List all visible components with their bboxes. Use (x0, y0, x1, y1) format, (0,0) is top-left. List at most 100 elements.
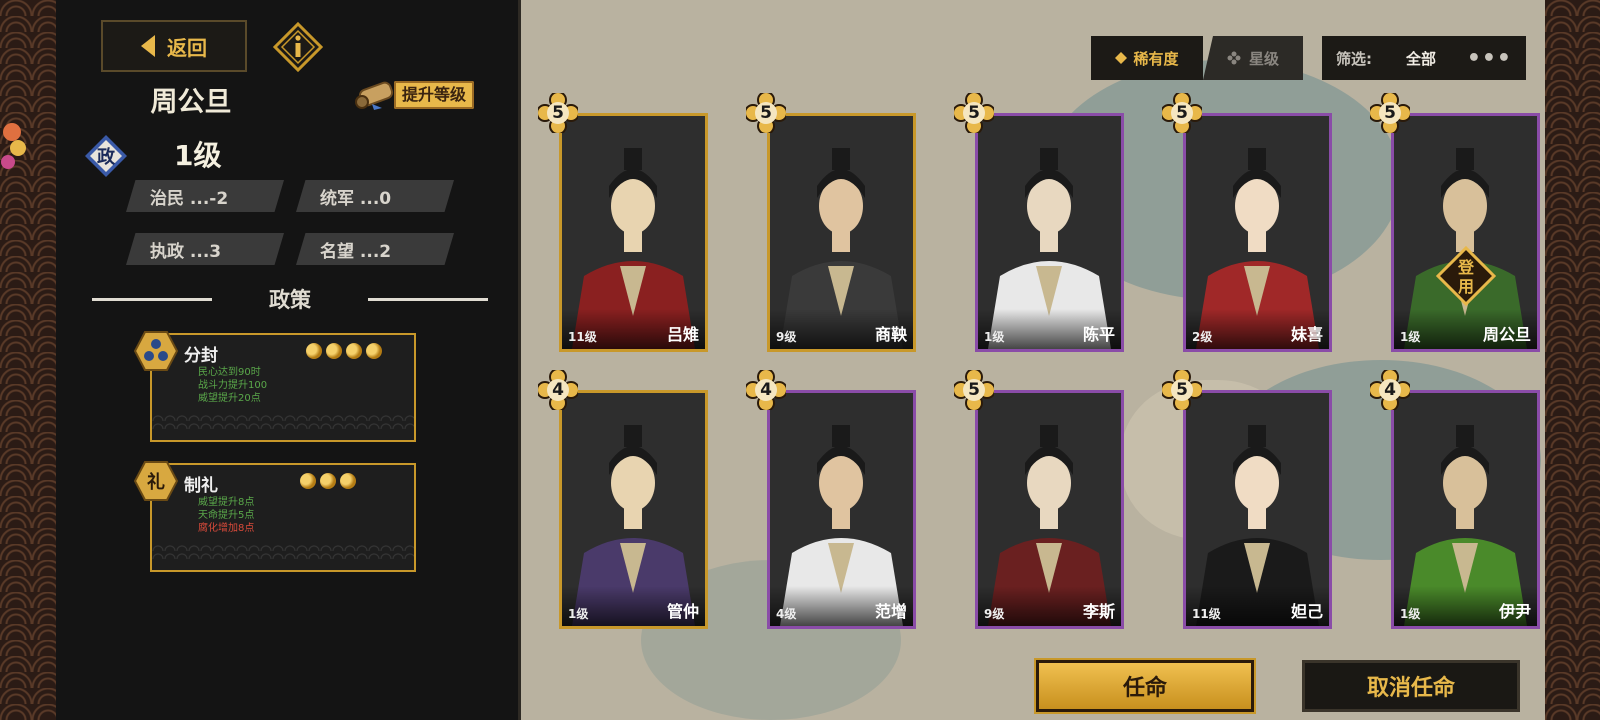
wave-decoration (152, 413, 414, 429)
divider-line (92, 297, 212, 301)
flower-icon (1227, 51, 1241, 65)
stat-prestige: 名望 ...2 (296, 233, 454, 265)
star-rank-badge: 4 (536, 368, 580, 412)
hero-card-name: 周公旦 (1482, 325, 1531, 344)
hero-card[interactable]: 1级 伊尹 (1391, 390, 1540, 629)
wave-decoration (152, 543, 414, 559)
upgrade-level-button[interactable]: 提升等级 (352, 78, 502, 112)
hero-card-level: 11级 (568, 330, 597, 344)
hero-detail-panel: 返回 周公旦 提升等级 政 1级 治民 ...-2 统军 ...0 执政 ...… (56, 0, 521, 720)
star-rank-badge: 4 (1368, 368, 1412, 412)
hero-card-name: 管仲 (666, 602, 699, 621)
policy-effect: 天命提升5点 (198, 510, 255, 521)
hero-level: 1级 (174, 139, 222, 172)
star-rank-value: 5 (1384, 103, 1396, 123)
hero-card-level: 4级 (776, 607, 797, 621)
hero-card[interactable]: 9级 李斯 (975, 390, 1124, 629)
policy-hexagon-icon (134, 331, 178, 371)
hero-card-level: 1级 (1400, 607, 1421, 621)
hero-card[interactable]: 11级 吕雉 (559, 113, 708, 352)
diamond-icon (1115, 52, 1128, 64)
star-rank-badge: 4 (744, 368, 788, 412)
divider-line (368, 297, 488, 301)
svg-text:礼: 礼 (147, 471, 165, 493)
star-rank-value: 4 (760, 380, 772, 400)
filter-label: 筛选: (1336, 49, 1372, 68)
hero-card-level: 9级 (984, 607, 1005, 621)
policies-title: 政策 (269, 288, 311, 312)
policy-name: 制礼 (184, 476, 218, 496)
sort-tabs: 稀有度 星级 (1091, 36, 1303, 80)
policy-effect: 战斗力提升100 (198, 380, 268, 391)
hero-name: 周公旦 (150, 87, 232, 118)
hero-card-name: 伊尹 (1498, 602, 1531, 621)
hero-card[interactable]: 登用 1级 周公旦 (1391, 113, 1540, 352)
stat-governance: 治民 ...-2 (126, 180, 284, 212)
star-rank-badge: 5 (952, 368, 996, 412)
stat-administration: 执政 ...3 (126, 233, 284, 265)
back-button-label: 返回 (167, 35, 207, 60)
star-rank-value: 4 (1384, 380, 1396, 400)
hero-card-name: 商鞅 (874, 325, 907, 344)
hero-card-name: 陈平 (1082, 325, 1115, 344)
hero-card-level: 1级 (568, 607, 589, 621)
appoint-button[interactable]: 任命 (1036, 660, 1254, 712)
star-rank-value: 4 (552, 380, 564, 400)
star-rank-value: 5 (968, 103, 980, 123)
coin-icon (306, 343, 322, 359)
hero-card-level: 2级 (1192, 330, 1213, 344)
policy-effect: 民心达到90时 (198, 367, 261, 378)
svg-text:登: 登 (1457, 258, 1475, 277)
coin-icon (326, 343, 342, 359)
star-rank-badge: 5 (744, 91, 788, 135)
svg-text:用: 用 (1458, 277, 1474, 296)
more-options-icon[interactable]: ••• (1467, 46, 1512, 71)
star-rank-value: 5 (552, 103, 564, 123)
policy-card-fenfeng[interactable]: 分封 民心达到90时 战斗力提升100 威望提升20点 (134, 331, 416, 442)
sort-by-rarity-tab[interactable]: 稀有度 (1091, 36, 1203, 80)
coin-icon (366, 343, 382, 359)
star-rank-badge: 5 (1160, 368, 1204, 412)
hero-card[interactable]: 2级 妹喜 (1183, 113, 1332, 352)
hero-card-name: 吕雉 (666, 325, 699, 344)
scroll-icon (355, 81, 394, 110)
svg-text:政: 政 (97, 146, 116, 168)
star-rank-badge: 5 (1368, 91, 1412, 135)
hero-card-name: 李斯 (1082, 602, 1115, 621)
coin-icon (346, 343, 362, 359)
hero-card[interactable]: 1级 陈平 (975, 113, 1124, 352)
hero-card[interactable]: 9级 商鞅 (767, 113, 916, 352)
deployed-tag-icon: 登用 (1436, 246, 1496, 306)
cancel-appoint-button[interactable]: 取消任命 (1302, 660, 1520, 712)
policy-card-zhili[interactable]: 礼 制礼 威望提升8点 天命提升5点 腐化增加8点 (134, 461, 416, 572)
filter-value: 全部 (1406, 49, 1437, 68)
policy-effect: 腐化增加8点 (198, 523, 255, 534)
policies-divider: 政策 (92, 284, 488, 314)
policy-effect: 威望提升20点 (198, 393, 261, 404)
policy-cost-tokens (306, 343, 382, 359)
sort-rarity-label: 稀有度 (1133, 49, 1179, 68)
star-rank-badge: 5 (536, 91, 580, 135)
policy-effect: 威望提升8点 (198, 497, 255, 508)
hero-card[interactable]: 4级 范增 (767, 390, 916, 629)
star-rank-value: 5 (968, 380, 980, 400)
coin-icon (320, 473, 336, 489)
hero-card-name: 妹喜 (1290, 325, 1323, 344)
star-rank-badge: 5 (1160, 91, 1204, 135)
politics-badge-icon: 政 (85, 135, 127, 177)
stat-command: 统军 ...0 (296, 180, 454, 212)
hero-card[interactable]: 1级 管仲 (559, 390, 708, 629)
coin-icon (300, 473, 316, 489)
hero-card-level: 9级 (776, 330, 797, 344)
flower-decoration-icon (1, 123, 26, 169)
back-button[interactable]: 返回 (101, 20, 247, 72)
hero-card-name: 范增 (874, 602, 907, 621)
star-rank-badge: 5 (952, 91, 996, 135)
coin-icon (340, 473, 356, 489)
hero-card[interactable]: 11级 妲己 (1183, 390, 1332, 629)
sort-by-star-tab[interactable]: 星级 (1203, 36, 1303, 80)
filter-dropdown[interactable]: 筛选: 全部 ••• (1322, 36, 1526, 80)
info-icon[interactable] (273, 22, 323, 72)
policy-cost-tokens (300, 473, 356, 489)
back-arrow-icon (141, 35, 155, 57)
